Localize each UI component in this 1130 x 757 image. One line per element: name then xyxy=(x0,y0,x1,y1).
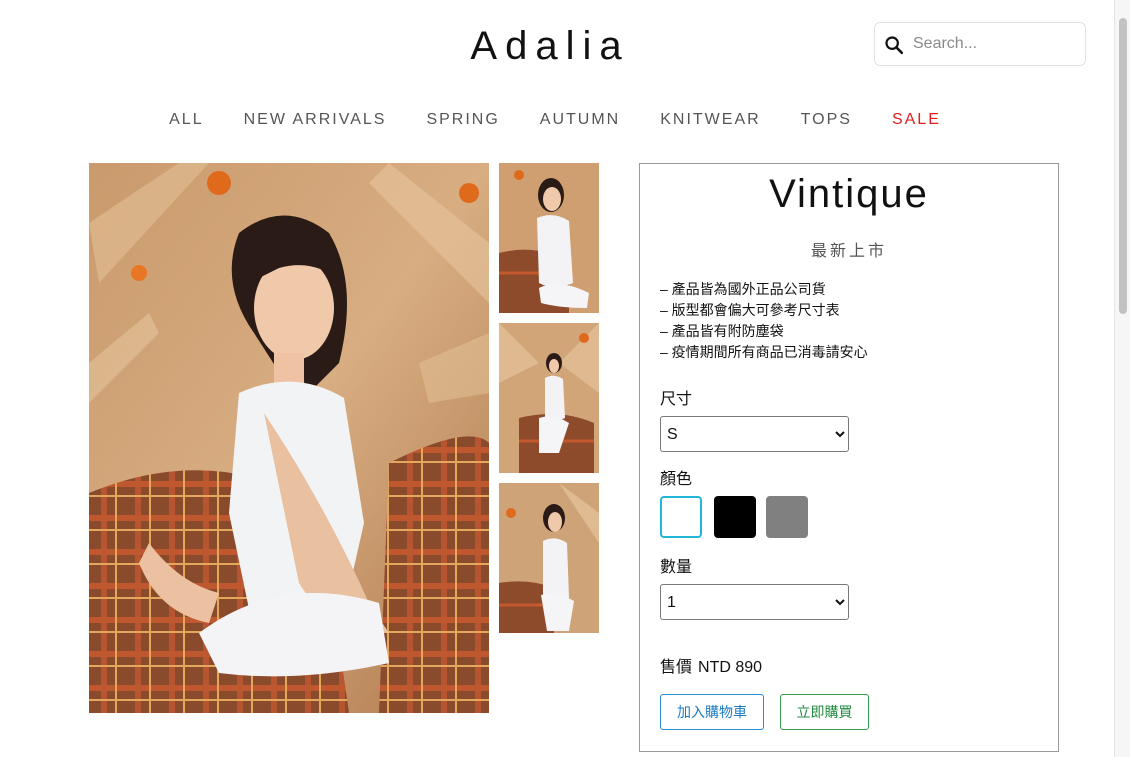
nav-item-knitwear[interactable]: KNITWEAR xyxy=(660,111,760,129)
nav-item-tops[interactable]: TOPS xyxy=(801,111,852,129)
product-features: – 產品皆為國外正品公司貨 – 版型都會偏大可參考尺寸表 – 產品皆有附防塵袋 … xyxy=(660,279,868,363)
search-icon[interactable] xyxy=(883,34,905,56)
price-label: 售價 xyxy=(660,659,693,676)
color-swatches xyxy=(660,496,808,538)
quantity-label: 數量 xyxy=(660,559,693,576)
buy-now-button[interactable]: 立即購買 xyxy=(780,694,869,730)
color-label: 顏色 xyxy=(660,471,693,488)
color-swatch-white[interactable] xyxy=(660,496,702,538)
price-value: NTD 890 xyxy=(698,659,763,676)
feature-item: – 疫情期間所有商品已消毒請安心 xyxy=(660,344,868,360)
quantity-select[interactable]: 1 xyxy=(660,584,849,620)
nav-item-sale[interactable]: SALE xyxy=(892,111,941,129)
product-subtitle: 最新上市 xyxy=(810,243,887,260)
product-price: 售價 NTD 890 xyxy=(660,653,762,677)
search-input[interactable] xyxy=(913,31,1079,57)
color-swatch-black[interactable] xyxy=(714,496,756,538)
nav-item-autumn[interactable]: AUTUMN xyxy=(540,111,620,129)
product-main-image xyxy=(89,163,489,713)
feature-item: – 產品皆有附防塵袋 xyxy=(660,323,784,339)
site-logo[interactable]: Adalia xyxy=(440,24,660,69)
size-label: 尺寸 xyxy=(660,391,693,408)
color-swatch-gray[interactable] xyxy=(766,496,808,538)
feature-item: – 版型都會偏大可參考尺寸表 xyxy=(660,302,840,318)
product-thumbnail-3[interactable] xyxy=(499,483,599,633)
category-nav: ALL NEW ARRIVALS SPRING AUTUMN KNITWEAR … xyxy=(150,111,960,129)
add-to-cart-button[interactable]: 加入購物車 xyxy=(660,694,764,730)
product-thumbnail-1[interactable] xyxy=(499,163,599,313)
feature-item: – 產品皆為國外正品公司貨 xyxy=(660,281,826,297)
product-thumbnail-2[interactable] xyxy=(499,323,599,473)
scrollbar-thumb[interactable] xyxy=(1119,18,1127,314)
nav-item-spring[interactable]: SPRING xyxy=(426,111,499,129)
page-scrollbar[interactable] xyxy=(1114,0,1130,757)
size-select[interactable]: S xyxy=(660,416,849,452)
nav-item-new-arrivals[interactable]: NEW ARRIVALS xyxy=(244,111,387,129)
nav-item-all[interactable]: ALL xyxy=(169,111,203,129)
product-details-panel: Vintique 最新上市 – 產品皆為國外正品公司貨 – 版型都會偏大可參考尺… xyxy=(639,163,1059,752)
product-brand: Vintique xyxy=(769,172,929,216)
search-box[interactable] xyxy=(874,22,1086,66)
